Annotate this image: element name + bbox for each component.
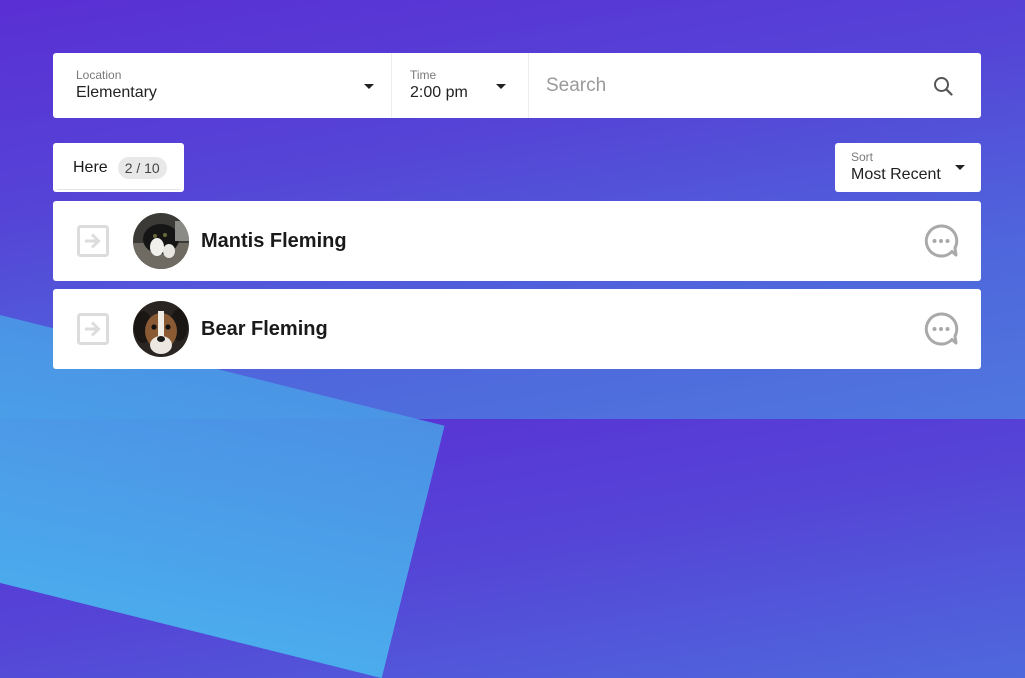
location-select[interactable]: Location Elementary bbox=[53, 53, 391, 118]
chat-bubble-icon[interactable] bbox=[923, 223, 959, 259]
caret-down-icon bbox=[496, 84, 506, 89]
tab-here-label: Here bbox=[73, 158, 108, 176]
location-value: Elementary bbox=[76, 84, 157, 101]
time-value: 2:00 pm bbox=[410, 84, 468, 101]
sort-label: Sort bbox=[851, 150, 874, 164]
caret-down-icon bbox=[955, 165, 965, 170]
search-input[interactable] bbox=[544, 73, 908, 98]
time-label: Time bbox=[410, 68, 437, 82]
caret-down-icon bbox=[364, 84, 374, 89]
count-badge: 2 / 10 bbox=[117, 156, 167, 179]
person-name[interactable]: Bear Fleming bbox=[201, 318, 328, 341]
tab-underline bbox=[57, 189, 180, 190]
check-in-icon[interactable] bbox=[77, 313, 109, 345]
search-icon[interactable] bbox=[933, 76, 953, 96]
tab-here[interactable]: Here 2 / 10 bbox=[53, 143, 184, 192]
avatar bbox=[133, 213, 189, 269]
person-name[interactable]: Mantis Fleming bbox=[201, 230, 347, 253]
time-select[interactable]: Time 2:00 pm bbox=[392, 53, 528, 118]
location-label: Location bbox=[76, 68, 122, 82]
list-item: Bear Fleming bbox=[53, 289, 981, 369]
list-item: Mantis Fleming bbox=[53, 201, 981, 281]
check-in-icon[interactable] bbox=[77, 225, 109, 257]
chat-bubble-icon[interactable] bbox=[923, 311, 959, 347]
search-area bbox=[529, 53, 981, 118]
avatar bbox=[133, 301, 189, 357]
filter-bar: Location Elementary Time 2:00 pm bbox=[53, 53, 981, 118]
sort-select[interactable]: Sort Most Recent bbox=[835, 143, 981, 192]
